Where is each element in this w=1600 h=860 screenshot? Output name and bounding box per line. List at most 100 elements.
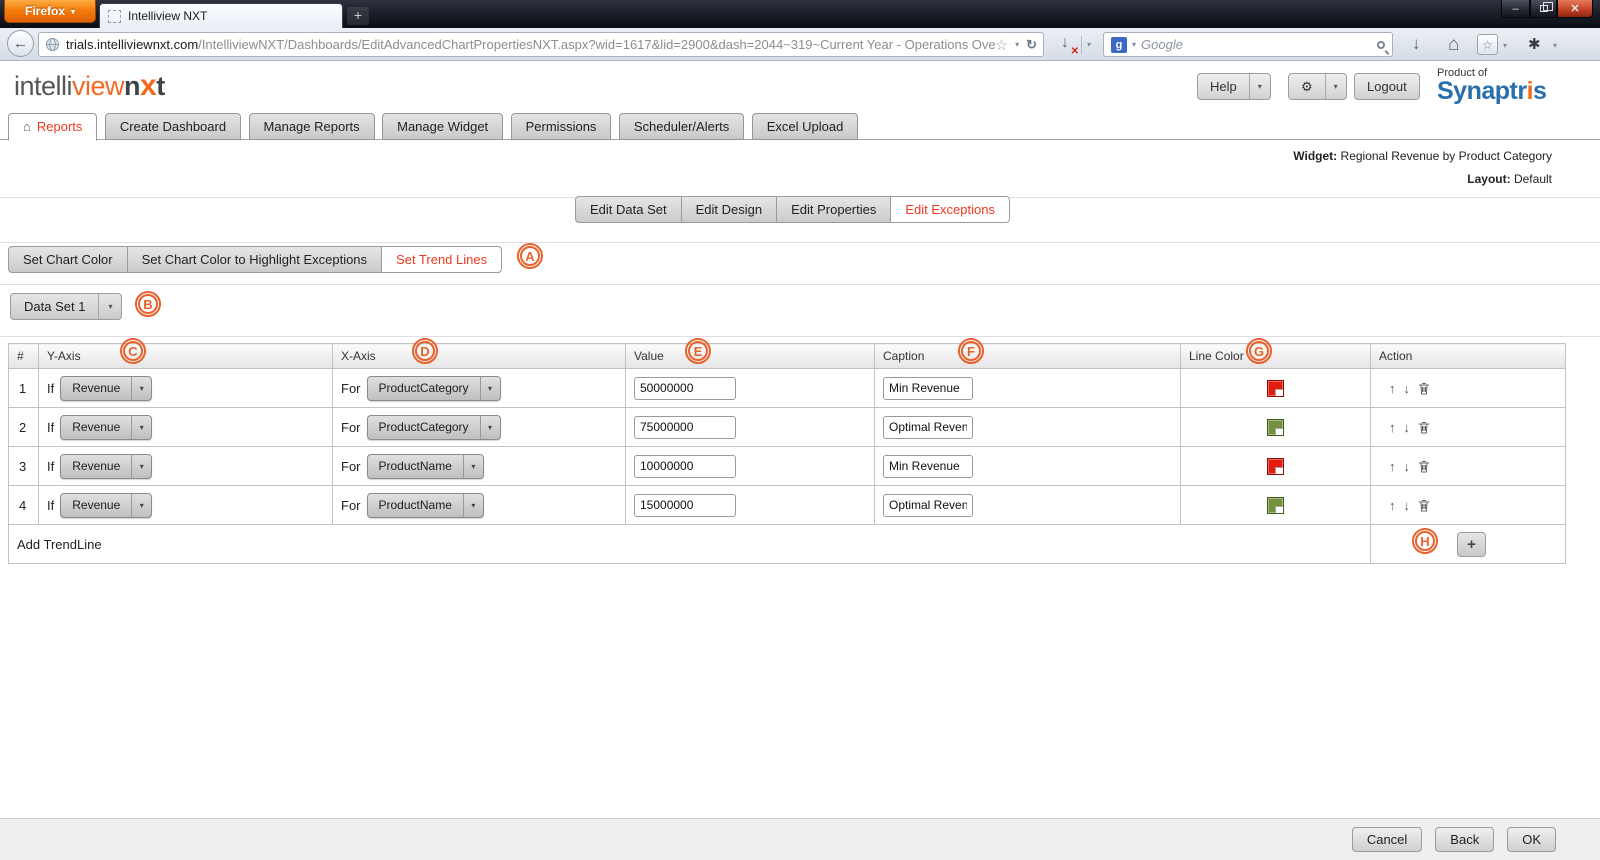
caption-input[interactable] <box>883 494 973 517</box>
value-input[interactable] <box>634 377 736 400</box>
url-bar[interactable]: trials.intelliviewnxt.com/IntelliviewNXT… <box>38 32 1044 57</box>
tab-edit-properties[interactable]: Edit Properties <box>776 196 891 223</box>
y-axis-dropdown[interactable]: Revenue▾ <box>60 376 152 401</box>
toolbar-overflow-icon[interactable]: ▾ <box>1553 41 1557 50</box>
ok-button[interactable]: OK <box>1507 827 1556 852</box>
set-trend-lines-button[interactable]: Set Trend Lines <box>381 246 502 273</box>
help-label[interactable]: Help <box>1198 74 1249 99</box>
help-button[interactable]: Help ▾ <box>1197 73 1271 100</box>
x-axis-dropdown[interactable]: ProductName▾ <box>367 454 484 479</box>
caption-input[interactable] <box>883 377 973 400</box>
chevron-down-icon[interactable]: ▾ <box>131 416 151 439</box>
new-tab-button[interactable]: + <box>347 7 369 25</box>
move-up-icon[interactable]: ↑ <box>1389 459 1396 474</box>
y-axis-dropdown[interactable]: Revenue▾ <box>60 454 152 479</box>
tab-edit-exceptions[interactable]: Edit Exceptions <box>890 196 1010 223</box>
google-search-engine-icon[interactable]: g <box>1111 37 1127 53</box>
x-axis-dropdown[interactable]: ProductCategory▾ <box>367 376 501 401</box>
annotation-c: C <box>123 341 143 361</box>
close-button[interactable]: ✕ <box>1557 0 1593 18</box>
set-chart-color-highlight-exceptions-button[interactable]: Set Chart Color to Highlight Exceptions <box>127 246 382 273</box>
line-color-swatch[interactable] <box>1267 419 1284 436</box>
delete-icon[interactable] <box>1418 421 1430 434</box>
chevron-down-icon[interactable]: ▾ <box>480 416 500 439</box>
chevron-down-icon[interactable]: ▾ <box>131 494 151 517</box>
x-axis-dropdown[interactable]: ProductName▾ <box>367 493 484 518</box>
search-icon[interactable] <box>1377 41 1385 49</box>
gear-icon[interactable]: ⚙ <box>1289 74 1325 99</box>
dataset-label[interactable]: Data Set 1 <box>11 294 98 319</box>
chevron-down-icon[interactable]: ▾ <box>463 494 483 517</box>
chevron-down-icon[interactable]: ▾ <box>131 377 151 400</box>
move-down-icon[interactable]: ↓ <box>1404 498 1411 513</box>
tab-excel-upload[interactable]: Excel Upload <box>752 113 859 140</box>
tab-create-dashboard[interactable]: Create Dashboard <box>105 113 241 140</box>
bookmark-star-icon[interactable]: ☆ <box>995 36 1008 54</box>
move-down-icon[interactable]: ↓ <box>1404 420 1411 435</box>
tab-manage-widget[interactable]: Manage Widget <box>382 113 503 140</box>
line-color-swatch[interactable] <box>1267 458 1284 475</box>
back-button[interactable]: ← <box>7 30 34 57</box>
download-blocked-icon[interactable]: ↓ <box>1053 34 1077 56</box>
cancel-button[interactable]: Cancel <box>1352 827 1422 852</box>
logo-view: view <box>72 71 124 101</box>
bookmarks-menu-icon[interactable]: ☆ <box>1477 34 1498 55</box>
minimize-button[interactable]: – <box>1501 0 1530 18</box>
move-down-icon[interactable]: ↓ <box>1404 459 1411 474</box>
settings-button[interactable]: ⚙ ▾ <box>1288 73 1347 100</box>
chevron-down-icon[interactable]: ▾ <box>131 455 151 478</box>
chevron-down-icon[interactable]: ▾ <box>480 377 500 400</box>
browser-tab[interactable]: Intelliview NXT <box>99 3 343 28</box>
move-up-icon[interactable]: ↑ <box>1389 498 1396 513</box>
search-engine-dropdown-icon[interactable]: ▾ <box>1132 40 1136 49</box>
y-axis-dropdown[interactable]: Revenue▾ <box>60 493 152 518</box>
value-input[interactable] <box>634 416 736 439</box>
add-trendline-button[interactable]: + <box>1457 532 1486 557</box>
dataset-dropdown-icon[interactable]: ▾ <box>98 294 121 319</box>
set-chart-color-button[interactable]: Set Chart Color <box>8 246 128 273</box>
caption-input[interactable] <box>883 455 973 478</box>
chevron-down-icon[interactable]: ▾ <box>463 455 483 478</box>
line-color-swatch[interactable] <box>1267 497 1284 514</box>
caption-input[interactable] <box>883 416 973 439</box>
move-down-icon[interactable]: ↓ <box>1404 381 1411 396</box>
search-input[interactable] <box>1141 37 1372 52</box>
plugin-icon[interactable]: ✱ <box>1528 35 1541 53</box>
delete-icon[interactable] <box>1418 460 1430 473</box>
value-input[interactable] <box>634 455 736 478</box>
col-header-caption: Caption F <box>875 344 1181 369</box>
reload-icon[interactable]: ↻ <box>1026 37 1037 53</box>
back-button-footer[interactable]: Back <box>1435 827 1494 852</box>
tab-scheduler-alerts[interactable]: Scheduler/Alerts <box>619 113 744 140</box>
line-color-swatch[interactable] <box>1267 380 1284 397</box>
dataset-selector[interactable]: Data Set 1 ▾ <box>10 293 122 320</box>
for-label: For <box>341 420 361 435</box>
brand-name: Synaptris <box>1437 79 1546 103</box>
settings-dropdown-icon[interactable]: ▾ <box>1325 74 1346 99</box>
move-up-icon[interactable]: ↑ <box>1389 420 1396 435</box>
delete-icon[interactable] <box>1418 382 1430 395</box>
help-dropdown-icon[interactable]: ▾ <box>1249 74 1270 99</box>
x-axis-dropdown[interactable]: ProductCategory▾ <box>367 415 501 440</box>
tab-edit-data-set[interactable]: Edit Data Set <box>575 196 682 223</box>
logout-button[interactable]: Logout <box>1354 73 1420 100</box>
firefox-menu-button[interactable]: Firefox ▾ <box>4 0 96 23</box>
restore-button[interactable] <box>1530 0 1557 18</box>
search-box[interactable]: g ▾ <box>1103 32 1393 57</box>
downloads-icon[interactable]: ↓ <box>1412 34 1421 54</box>
tab-manage-reports[interactable]: Manage Reports <box>249 113 375 140</box>
tab-edit-design[interactable]: Edit Design <box>681 196 777 223</box>
col-header-value: Value E <box>626 344 875 369</box>
header-label: Line Color <box>1189 349 1244 363</box>
move-up-icon[interactable]: ↑ <box>1389 381 1396 396</box>
download-dropdown-icon[interactable]: ▾ <box>1087 40 1091 49</box>
tab-permissions[interactable]: Permissions <box>511 113 612 140</box>
y-axis-dropdown[interactable]: Revenue▾ <box>60 415 152 440</box>
annotation-a: A <box>520 246 540 266</box>
delete-icon[interactable] <box>1418 499 1430 512</box>
home-icon[interactable]: ⌂ <box>1448 34 1459 56</box>
url-dropdown-icon[interactable]: ▾ <box>1015 40 1019 49</box>
tab-reports[interactable]: ⌂Reports <box>8 113 97 141</box>
value-input[interactable] <box>634 494 736 517</box>
bookmarks-dropdown-icon[interactable]: ▾ <box>1503 41 1507 50</box>
